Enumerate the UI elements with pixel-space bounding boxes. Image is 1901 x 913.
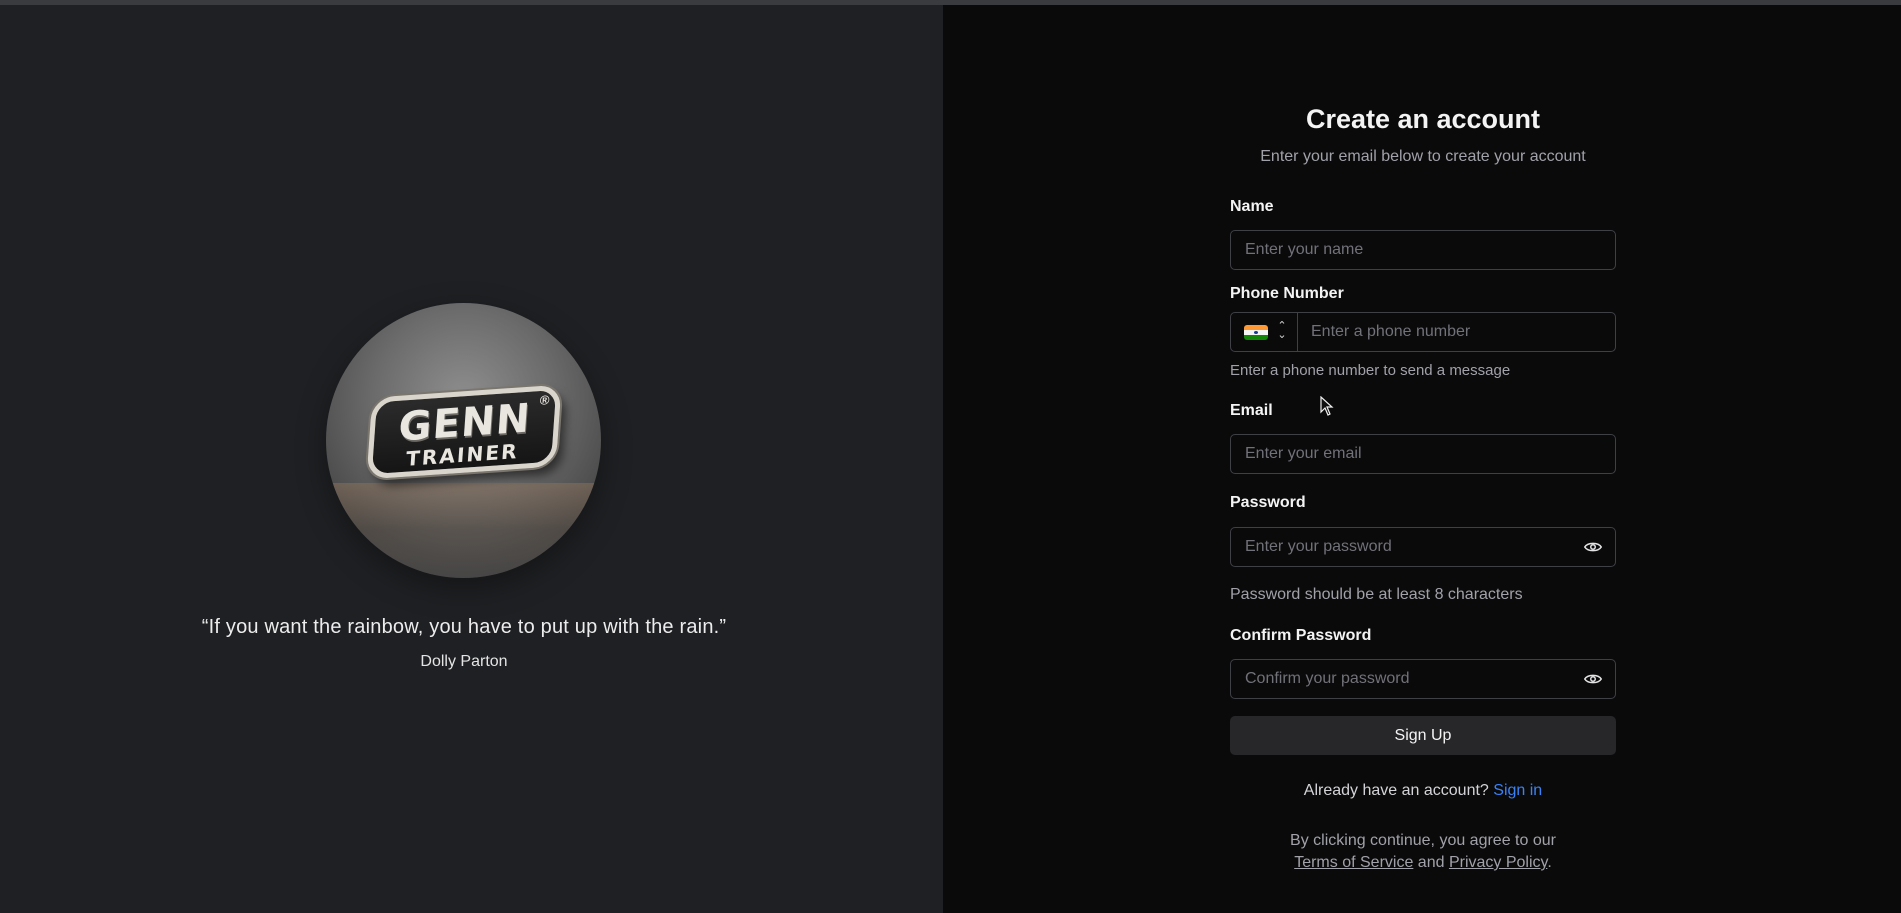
password-input[interactable] (1230, 527, 1616, 567)
mouse-cursor-icon (1320, 396, 1334, 416)
sign-in-link[interactable]: Sign in (1493, 782, 1542, 799)
privacy-policy-link[interactable]: Privacy Policy (1449, 854, 1547, 871)
phone-label: Phone Number (1230, 285, 1344, 302)
email-input[interactable] (1230, 434, 1616, 474)
already-account-text: Already have an account? (1303, 782, 1489, 799)
brand-logo: GENN TRAINER ® (326, 303, 601, 578)
name-input[interactable] (1230, 230, 1616, 270)
country-select[interactable]: ⌃ ⌄ (1231, 313, 1298, 351)
india-flag-icon (1244, 325, 1268, 340)
eye-icon[interactable] (1584, 541, 1602, 553)
name-label: Name (1230, 198, 1274, 215)
eye-icon[interactable] (1584, 673, 1602, 685)
quote-text: “If you want the rainbow, you have to pu… (201, 616, 727, 638)
registered-mark: ® (539, 392, 551, 408)
terms-suffix: . (1547, 854, 1552, 871)
terms-notice: By clicking continue, you agree to our T… (1230, 830, 1616, 874)
page-title: Create an account (1305, 104, 1541, 134)
logo-reflection (326, 483, 601, 578)
email-label: Email (1230, 402, 1273, 419)
chevron-updown-icon: ⌃ ⌄ (1277, 320, 1287, 341)
testimonial-panel: GENN TRAINER ® (0, 5, 943, 913)
page-subtitle: Enter your email below to create your ac… (1260, 148, 1586, 165)
terms-of-service-link[interactable]: Terms of Service (1294, 854, 1413, 871)
terms-and: and (1417, 854, 1445, 871)
phone-field: ⌃ ⌄ (1230, 312, 1616, 352)
quote-author: Dolly Parton (420, 653, 508, 670)
already-account-line: Already have an account? Sign in (1230, 782, 1616, 800)
sign-up-button[interactable]: Sign Up (1230, 716, 1616, 755)
logo-badge: GENN TRAINER ® (366, 384, 562, 480)
confirm-password-label: Confirm Password (1230, 627, 1372, 644)
password-hint: Password should be at least 8 characters (1230, 586, 1523, 603)
phone-input[interactable] (1299, 313, 1615, 351)
confirm-password-input[interactable] (1230, 659, 1616, 699)
phone-hint: Enter a phone number to send a message (1230, 362, 1511, 379)
terms-prefix: By clicking continue, you agree to our (1290, 832, 1556, 849)
password-label: Password (1230, 494, 1306, 511)
